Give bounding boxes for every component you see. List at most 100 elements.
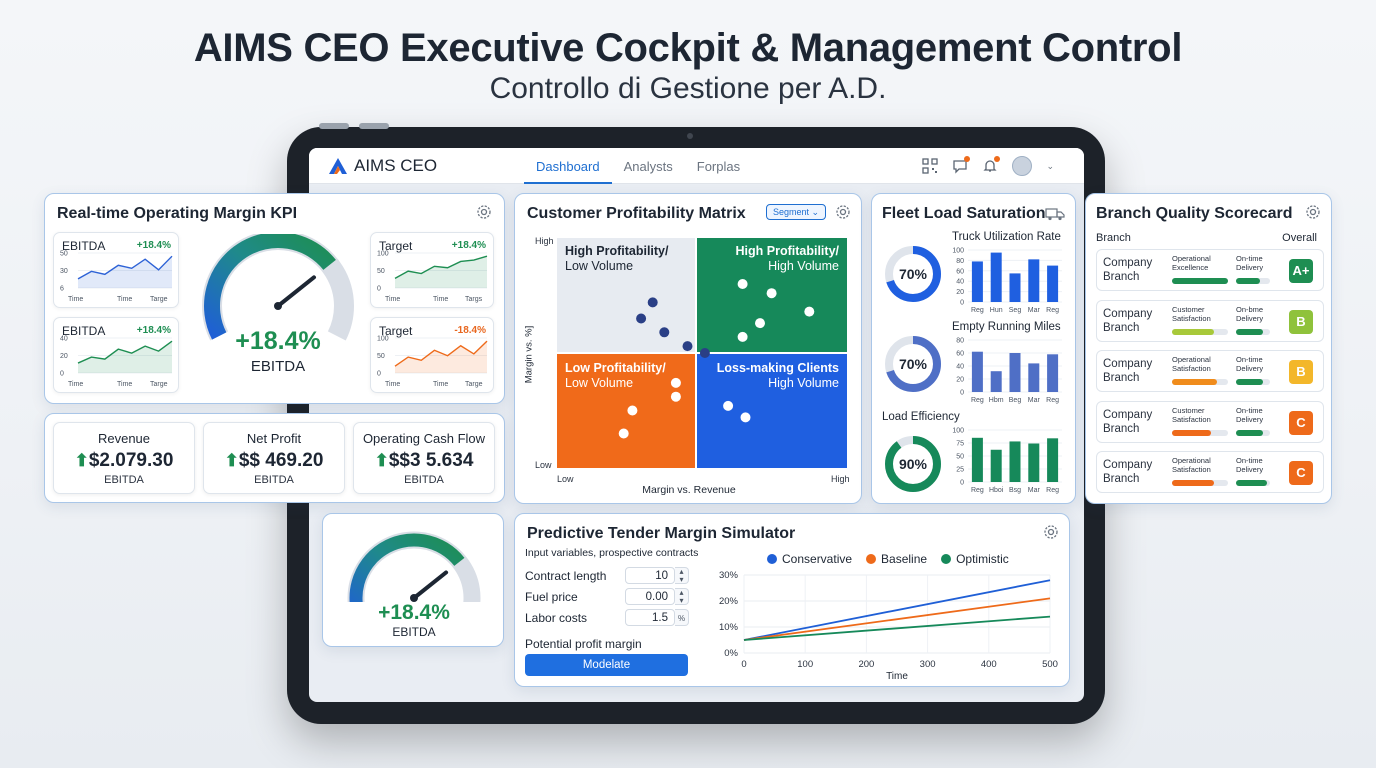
- x-low-label: Low: [557, 474, 574, 484]
- grade-badge: C: [1289, 461, 1313, 485]
- ebitda-gauge-small: [347, 531, 481, 602]
- y-tick: 0: [960, 480, 964, 487]
- matrix-point: [755, 318, 765, 329]
- x-tick: Reg: [971, 487, 984, 494]
- matrix-point: [627, 405, 638, 416]
- gear-icon[interactable]: [1043, 524, 1059, 540]
- metric-bar: [1236, 278, 1270, 284]
- tab-dashboard[interactable]: Dashboard: [524, 148, 612, 184]
- matrix-plot: High Profitability/Low Volume High Profi…: [557, 238, 847, 468]
- stepper-icon[interactable]: ▴ ▾: [675, 567, 689, 584]
- matrix-point: [737, 279, 748, 289]
- chevron-down-icon[interactable]: ⌄: [1046, 161, 1054, 172]
- stat-value: ⬆$$ 469.20: [224, 450, 324, 471]
- modelate-button[interactable]: Modelate: [525, 654, 688, 676]
- gear-icon[interactable]: [476, 204, 492, 220]
- x-tick: Targe: [465, 381, 483, 388]
- tab-analysts[interactable]: Analysts: [612, 148, 685, 184]
- x-tick: Time: [433, 296, 448, 303]
- matrix-points: [618, 279, 815, 439]
- gauge-fill: [204, 234, 336, 340]
- matrix-point: [670, 391, 681, 402]
- x-tick: Time: [385, 296, 400, 303]
- chat-icon[interactable]: [952, 156, 971, 174]
- x-tick: Mar: [1028, 397, 1041, 404]
- gauge-needle: [412, 570, 449, 600]
- x-tick: Time: [385, 381, 400, 388]
- x-tick: Reg: [971, 397, 984, 404]
- fuel-price-input[interactable]: 0.00: [625, 588, 675, 605]
- gauge-needle: [276, 275, 316, 308]
- matrix-point: [723, 400, 734, 411]
- gear-icon[interactable]: [1305, 204, 1321, 220]
- bell-icon[interactable]: [982, 156, 1001, 174]
- avatar[interactable]: [1012, 156, 1033, 176]
- grade-badge: A+: [1289, 259, 1313, 283]
- camera: [687, 133, 693, 139]
- branch-name: Company Branch: [1103, 358, 1153, 384]
- legend-item: Optimistic: [941, 552, 1009, 566]
- fleet-bar: [1009, 273, 1021, 302]
- simulator-card: Predictive Tender Margin Simulator Input…: [514, 513, 1070, 687]
- x-tick: 0: [741, 659, 746, 670]
- branch-row[interactable]: Company Branch Operational Satisfaction …: [1096, 350, 1324, 392]
- logo-mark-icon: [329, 158, 347, 174]
- branch-scorecard-card: Branch Quality Scorecard Branch Overall …: [1085, 193, 1332, 504]
- qr-icon[interactable]: [922, 158, 939, 174]
- x-tick: Hboi: [989, 487, 1004, 494]
- branch-row[interactable]: Company Branch Operational Satisfaction …: [1096, 451, 1324, 493]
- ebitda-gauge-card: +18.4% EBITDA: [322, 513, 504, 647]
- contract-length-input[interactable]: 10: [625, 567, 675, 584]
- margin-chart: 30% 20% 10% 0%0 100 200 300 400 500 Time: [719, 570, 1058, 682]
- fleet-section: Truck Utilization Rate 70% 100 80 60 40 20 0 Reg…: [872, 230, 1077, 318]
- fleet-title: Fleet Load Saturation: [882, 205, 1046, 222]
- x-tick: Reg: [1046, 397, 1059, 404]
- branch-row[interactable]: Company Branch Customer Satisfaction On-…: [1096, 400, 1324, 443]
- grade-badge: B: [1289, 309, 1313, 334]
- stepper-icon[interactable]: ▴ ▾: [675, 588, 689, 605]
- x-tick: 400: [981, 659, 997, 670]
- y-tick: 0: [60, 371, 64, 378]
- app-bar: AIMS CEO Dashboard Analysts Forplas ⌄: [309, 148, 1084, 184]
- x-high-label: High: [831, 474, 850, 484]
- legend-item: Baseline: [866, 552, 927, 566]
- y-tick: 50: [956, 454, 964, 461]
- branch-row[interactable]: Company Branch Operational Excellence On…: [1096, 249, 1324, 291]
- series-line: [743, 597, 1051, 641]
- matrix-point: [740, 412, 751, 423]
- ring-percent: 90%: [899, 456, 928, 472]
- logo[interactable]: AIMS CEO: [328, 156, 437, 176]
- fleet-card: Fleet Load Saturation Truck Utilization …: [871, 193, 1076, 504]
- y-tick: 0: [377, 371, 381, 378]
- gear-icon[interactable]: [835, 204, 851, 220]
- matrix-point: [804, 306, 815, 317]
- y-tick: 100: [952, 428, 964, 435]
- mini-chart-card: EBITDA +18.4% 40 20 0 Time Time Targe: [53, 317, 179, 393]
- branch-row[interactable]: Company Branch Customer Satisfaction On-…: [1096, 299, 1324, 342]
- tab-forplas[interactable]: Forplas: [685, 148, 752, 184]
- output-label: Potential profit margin: [525, 637, 642, 651]
- fleet-section: Load Efficiency 90% 100 75 50 25 0 Reg Hboi Bsg Ma…: [872, 410, 1077, 498]
- input-label: Fuel price: [525, 590, 578, 604]
- y-tick: 80: [956, 338, 964, 345]
- segment-dropdown[interactable]: Segment ⌄: [766, 204, 826, 220]
- gauge-hub: [274, 302, 282, 310]
- truck-icon: [1045, 208, 1065, 221]
- appbar-actions: ⌄: [922, 156, 1054, 176]
- fleet-bar: [971, 261, 983, 302]
- y-tick: 0: [960, 300, 964, 307]
- series-line: [743, 615, 1051, 641]
- x-axis-label: Margin vs. Revenue: [642, 484, 736, 496]
- col-branch: Branch: [1096, 232, 1131, 244]
- metric-label: On-time Delivery: [1236, 254, 1264, 272]
- series-line: [743, 579, 1051, 641]
- branch-name: Company Branch: [1103, 307, 1153, 334]
- metric-bar: [1236, 328, 1270, 335]
- mini-line-chart: 40 20 0 Time Time Targe: [60, 336, 173, 388]
- mini-chart-card: Target +18.4% 100 50 0 Time Time Targs: [370, 232, 494, 308]
- metric-bar: [1172, 328, 1228, 335]
- hero-title: AIMS CEO Executive Cockpit & Management …: [193, 26, 1183, 70]
- labor-costs-input[interactable]: 1.5: [625, 609, 675, 626]
- fleet-bar: [1028, 443, 1040, 482]
- stat-sub: EBITDA: [104, 474, 144, 486]
